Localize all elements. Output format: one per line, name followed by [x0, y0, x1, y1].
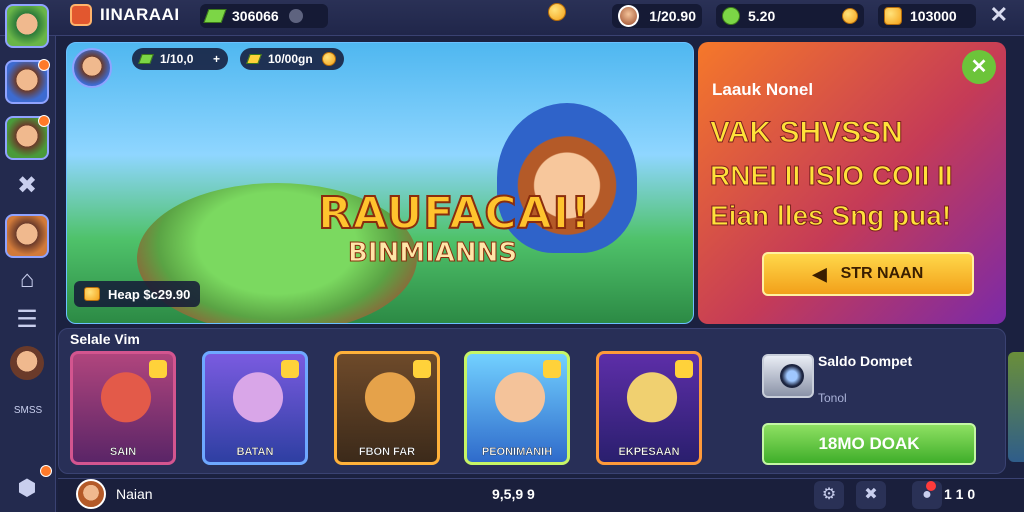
promo-close-icon[interactable]: ✕: [962, 50, 996, 84]
player-score-pill[interactable]: 1/20.90: [612, 4, 702, 28]
gems-value: 306066: [232, 8, 279, 24]
character-name: EKPESAAN: [618, 446, 680, 458]
gem-icon: [138, 54, 154, 64]
promo-start-button[interactable]: ◀ STR NAAN: [762, 252, 974, 296]
wallet-subtitle: Tonol: [818, 391, 847, 405]
horn-icon: ◀: [812, 263, 827, 284]
tools-icon[interactable]: ✖: [856, 481, 886, 509]
app-logo-icon: [70, 4, 92, 26]
player-avatar: [618, 5, 640, 27]
character-card[interactable]: BATAN: [202, 351, 308, 465]
add-gems-icon[interactable]: [288, 9, 303, 23]
notification-dot: [38, 115, 50, 127]
sidebar-item-friend-4[interactable]: [10, 346, 44, 380]
energy-value: 5.20: [748, 8, 776, 24]
sidebar-item-friend-1[interactable]: [5, 59, 50, 104]
gold-value: 103000: [910, 8, 957, 24]
footer-avatar[interactable]: [76, 479, 106, 509]
hero-pill-1[interactable]: 1/10,0 +: [132, 48, 228, 70]
gold-bag-icon: [884, 7, 902, 25]
hero-avatar[interactable]: [72, 48, 112, 88]
energy-icon: [722, 7, 740, 25]
gems-counter[interactable]: 306066: [200, 4, 328, 28]
shop-icon[interactable]: ⌂: [5, 258, 49, 302]
character-name: FBON FAR: [358, 446, 416, 458]
card-badge-icon: [675, 360, 693, 378]
coin-icon: [548, 3, 566, 21]
notification-dot: [40, 465, 52, 477]
character-card[interactable]: SAIN: [70, 351, 176, 465]
edge-card-preview[interactable]: [1008, 352, 1024, 462]
notification-dot: [926, 481, 936, 491]
add-energy-icon[interactable]: [842, 8, 858, 24]
coin-icon: [322, 52, 336, 66]
wallet-action-button[interactable]: 18MO DOAK: [762, 423, 976, 465]
notification-dot: [38, 59, 50, 71]
settings-icon[interactable]: ⚙: [814, 481, 844, 509]
energy-counter[interactable]: 5.20: [716, 4, 864, 28]
camera-icon: [762, 354, 814, 398]
character-name: BATAN: [236, 446, 274, 458]
sidebar-item-player[interactable]: [5, 4, 49, 48]
wallet-title: Saldo Dompet: [818, 353, 913, 369]
camera-lens: [780, 364, 804, 388]
footer-player-name: Naian: [116, 486, 153, 502]
player-score-value: 1/20.90: [649, 8, 696, 24]
collection-title: Selale Vim: [70, 331, 140, 347]
hero-pill-2-value: 10/00gn: [268, 52, 313, 66]
sidebar-bottom-label: SMSS: [13, 405, 43, 416]
hero-pill-2[interactable]: 10/00gn: [240, 48, 344, 70]
character-name: SAIN: [109, 446, 137, 458]
footer-count: 1 1 0: [944, 486, 976, 502]
promo-line-1: VAK SHVSSN: [710, 116, 904, 150]
hero-title: RAUFACAI!: [317, 187, 592, 240]
gold-counter[interactable]: 103000: [878, 4, 976, 28]
list-icon[interactable]: ☰: [5, 298, 49, 342]
chest-icon: [84, 287, 100, 301]
footer-score: 9,5,9 9: [492, 486, 535, 502]
gem-icon: [203, 9, 227, 23]
hero-subtitle: BINMIANNS: [347, 238, 518, 269]
ticket-icon: [246, 54, 262, 64]
promo-start-label: STR NAAN: [840, 265, 924, 282]
close-icon[interactable]: ✕: [990, 2, 1008, 28]
app-title: IINARAAI: [100, 5, 180, 24]
card-badge-icon: [149, 360, 167, 378]
plus-icon[interactable]: +: [213, 52, 220, 66]
puzzle-icon[interactable]: ✖: [5, 164, 49, 208]
character-name: PEONIMANIH: [481, 446, 553, 458]
hero-price-label: Heap $c29.90: [108, 286, 191, 302]
promo-line-2: RNEI II ISIO COII II: [710, 160, 954, 192]
promo-line-3: Eian lles Sng pua!: [709, 200, 952, 232]
cube-icon[interactable]: ⬢: [5, 465, 52, 508]
hero-price-caption[interactable]: Heap $c29.90: [74, 281, 201, 307]
card-badge-icon: [543, 360, 561, 378]
promo-kicker: Laauk Nonel: [712, 80, 814, 99]
character-card[interactable]: FBON FAR: [334, 351, 440, 465]
character-card[interactable]: EKPESAAN: [596, 351, 702, 465]
character-card[interactable]: PEONIMANIH: [464, 351, 570, 465]
hero-pill-1-value: 1/10,0: [160, 52, 194, 66]
card-badge-icon: [281, 360, 299, 378]
card-badge-icon: [413, 360, 431, 378]
sidebar-item-friend-2[interactable]: [5, 115, 50, 160]
sidebar-item-friend-3[interactable]: [5, 214, 49, 258]
